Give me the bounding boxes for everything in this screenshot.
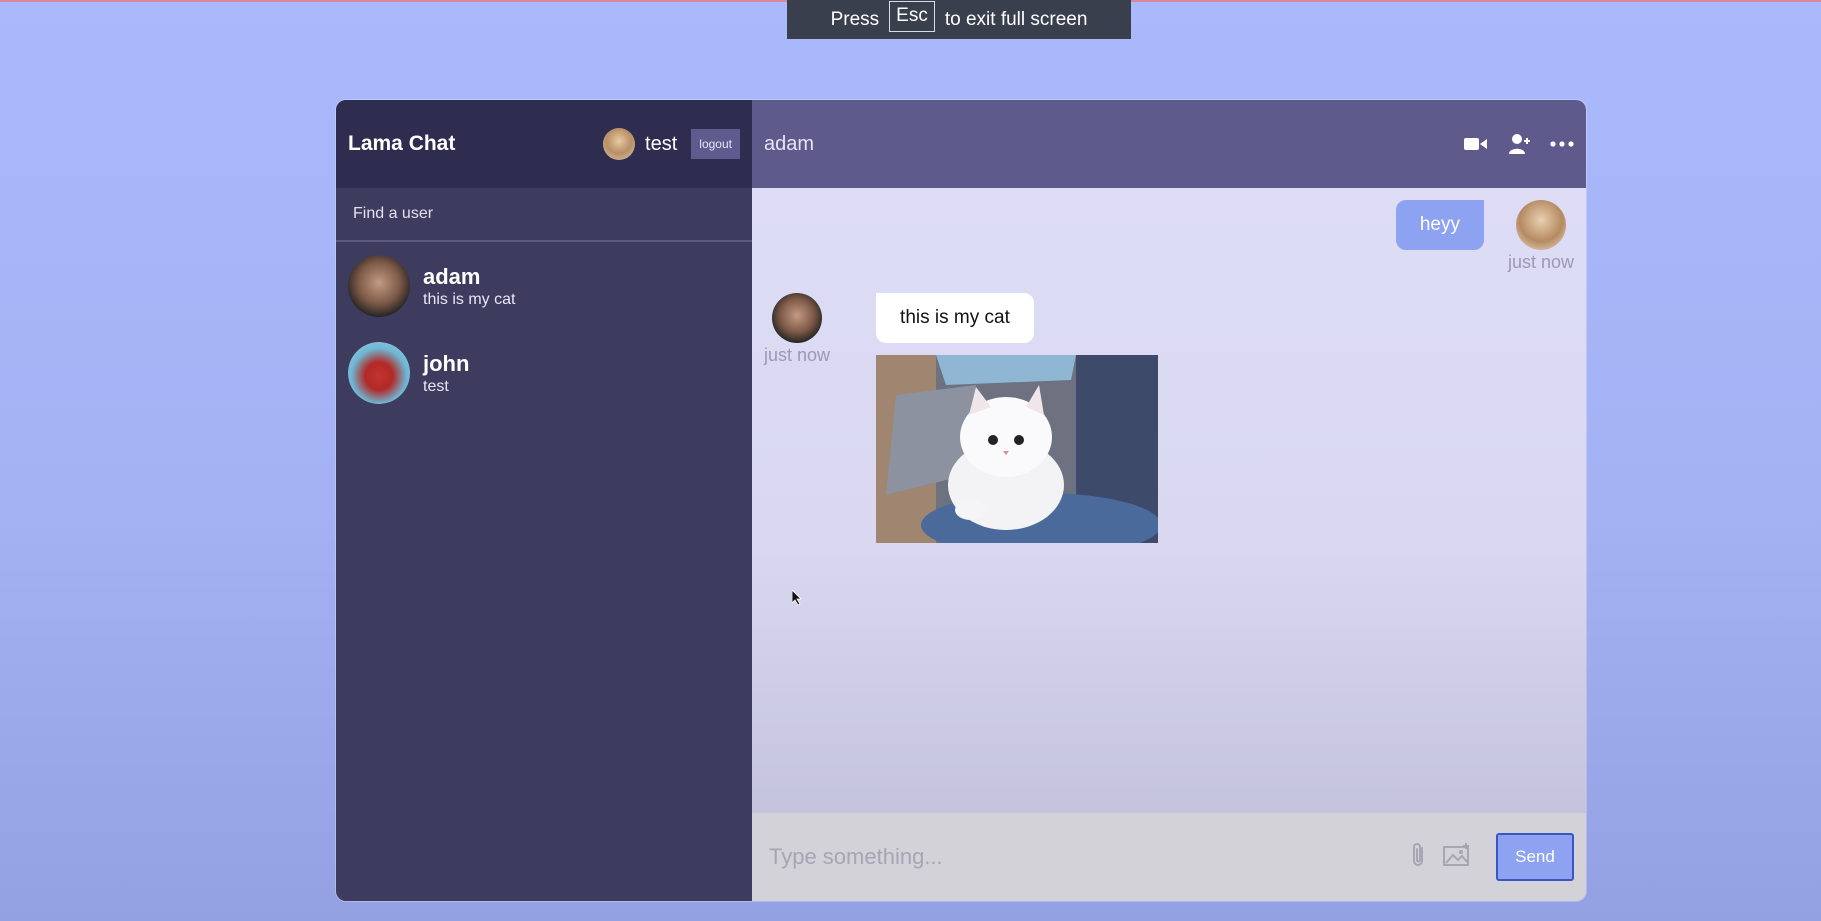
user-search xyxy=(336,188,752,242)
chat-header-actions xyxy=(1464,133,1574,155)
chat-list-item-name: john xyxy=(423,350,470,376)
chat-list-item-last-message: this is my cat xyxy=(423,290,516,308)
app-logo: Lama Chat xyxy=(348,132,456,155)
logout-button[interactable]: logout xyxy=(691,129,740,159)
message-content: this is my cat xyxy=(876,293,1159,543)
fullscreen-notice-press: Press xyxy=(830,8,880,30)
message-input-bar: Send xyxy=(752,813,1586,901)
message-info: just now xyxy=(764,293,830,543)
current-user-avatar xyxy=(603,128,636,160)
chat-list-item-info: adam this is my cat xyxy=(423,263,515,309)
message-time: just now xyxy=(764,345,831,365)
message-time: just now xyxy=(1507,252,1574,272)
video-camera-icon[interactable] xyxy=(1464,136,1488,152)
message-owner: just now heyy xyxy=(764,200,1574,273)
current-user-name: test xyxy=(645,132,678,155)
fullscreen-notice: Press Esc to exit full screen xyxy=(787,0,1131,39)
send-area: Send xyxy=(1410,833,1574,881)
message-bubble: this is my cat xyxy=(876,293,1034,343)
sidebar-header: Lama Chat test logout xyxy=(336,100,752,188)
message-bubble: heyy xyxy=(1395,200,1484,250)
chat-window: Lama Chat test logout adam this is my ca… xyxy=(336,100,1586,901)
chat-panel: adam just now heyy just now this is my c… xyxy=(752,100,1586,901)
chat-title: adam xyxy=(764,132,815,155)
message-input[interactable] xyxy=(767,843,1410,871)
add-image-icon[interactable] xyxy=(1442,842,1472,872)
avatar xyxy=(772,293,823,343)
mouse-cursor-icon xyxy=(791,589,802,610)
chat-list-item-john[interactable]: john test xyxy=(336,329,752,416)
avatar xyxy=(348,254,410,317)
kitten-image[interactable] xyxy=(876,355,1159,543)
fullscreen-notice-suffix: to exit full screen xyxy=(944,8,1088,30)
chat-list-item-adam[interactable]: adam this is my cat xyxy=(336,242,752,329)
find-user-input[interactable] xyxy=(351,204,737,224)
chat-header: adam xyxy=(752,100,1586,188)
avatar xyxy=(1515,200,1566,250)
add-user-icon[interactable] xyxy=(1508,133,1530,155)
avatar xyxy=(348,341,410,404)
message-other: just now this is my cat xyxy=(764,293,1574,543)
attach-file-icon[interactable] xyxy=(1410,841,1426,873)
messages-list: just now heyy just now this is my cat xyxy=(752,188,1586,813)
chat-list-item-info: john test xyxy=(423,350,469,396)
more-options-icon[interactable] xyxy=(1550,141,1574,147)
send-button[interactable]: Send xyxy=(1496,833,1574,881)
current-user: test logout xyxy=(603,128,740,160)
fullscreen-notice-key: Esc xyxy=(889,1,935,32)
chat-list-item-name: adam xyxy=(423,263,481,289)
chat-list-item-last-message: test xyxy=(423,377,449,395)
sidebar: Lama Chat test logout adam this is my ca… xyxy=(336,100,752,901)
message-content: heyy xyxy=(1395,200,1484,273)
message-info: just now xyxy=(1508,200,1574,273)
